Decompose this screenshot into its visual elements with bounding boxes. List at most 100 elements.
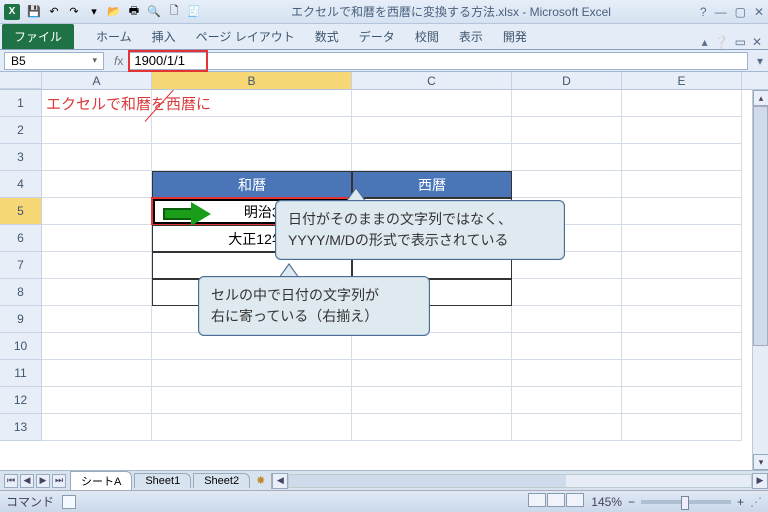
name-box-value: B5	[11, 54, 26, 68]
callout2-line1: セルの中で日付の文字列が	[211, 287, 379, 303]
redo-icon[interactable]: ↷	[66, 4, 82, 20]
excel-app-icon: X	[4, 4, 20, 20]
tab-home[interactable]: ホーム	[86, 24, 142, 49]
vscroll-thumb[interactable]	[753, 106, 768, 346]
formula-value: 1900/1/1	[134, 53, 185, 68]
macro-record-icon[interactable]	[62, 495, 76, 509]
row-header-7[interactable]: 7	[0, 252, 42, 279]
tab-formulas[interactable]: 数式	[305, 24, 349, 49]
tab-insert[interactable]: 挿入	[142, 24, 186, 49]
scroll-up-icon[interactable]: ▴	[753, 90, 768, 106]
view-page-break-icon[interactable]	[566, 493, 584, 507]
new-sheet-icon[interactable]: ✸	[256, 474, 265, 487]
print-preview-icon[interactable]: 🔍	[146, 4, 162, 20]
column-headers: A B C D E	[0, 72, 768, 90]
col-header-E[interactable]: E	[622, 72, 742, 89]
status-resize-grip-icon[interactable]: ⋰	[750, 495, 762, 509]
name-box[interactable]: B5 ▾	[4, 52, 104, 70]
col-header-A[interactable]: A	[42, 72, 152, 89]
scroll-down-icon[interactable]: ▾	[753, 454, 768, 470]
ribbon-minimize-icon[interactable]: ▴	[702, 35, 708, 49]
sheet-tab-bar: ⏮ ◀ ▶ ⏭ シートA Sheet1 Sheet2 ✸ ◀ ▶	[0, 470, 768, 490]
row-header-9[interactable]: 9	[0, 306, 42, 333]
cell-B4[interactable]: 和暦	[152, 171, 352, 198]
window-title: エクセルで和暦を西暦に変換する方法.xlsx - Microsoft Excel	[202, 3, 700, 20]
file-tab[interactable]: ファイル	[2, 24, 74, 49]
zoom-level[interactable]: 145%	[591, 495, 622, 509]
status-mode: コマンド	[6, 493, 54, 510]
horizontal-scrollbar[interactable]	[288, 474, 752, 488]
view-page-layout-icon[interactable]	[547, 493, 565, 507]
cell-A1[interactable]: エクセルで和暦を西暦に	[42, 90, 152, 117]
view-normal-icon[interactable]	[528, 493, 546, 507]
save-icon[interactable]: 💾	[26, 4, 42, 20]
cell-A2[interactable]	[42, 117, 152, 144]
cell-B1[interactable]	[152, 90, 352, 117]
row-header-2[interactable]: 2	[0, 117, 42, 144]
hscroll-right-icon[interactable]: ▶	[752, 473, 768, 489]
window-controls: ? — ▢ ✕	[700, 5, 764, 19]
qat-sep: ▾	[86, 4, 102, 20]
tab-data[interactable]: データ	[349, 24, 405, 49]
row-header-5[interactable]: 5	[0, 198, 42, 225]
minimize-icon[interactable]: —	[715, 5, 727, 19]
col-header-C[interactable]: C	[352, 72, 512, 89]
formula-bar: B5 ▾ fx 1900/1/1 ▾	[0, 50, 768, 72]
sheet-nav-first-icon[interactable]: ⏮	[4, 474, 18, 488]
quick-access-toolbar: 💾 ↶ ↷ ▾ 📂 🖶 🔍 🗋 🧾	[26, 4, 202, 20]
formula-expand-icon[interactable]: ▾	[752, 54, 768, 68]
doc-restore-icon[interactable]: ▭	[735, 35, 746, 49]
formula-input[interactable]: 1900/1/1	[129, 52, 748, 70]
name-box-dropdown-icon[interactable]: ▾	[92, 55, 97, 66]
help-icon[interactable]: ?	[700, 5, 707, 19]
sheet-nav-last-icon[interactable]: ⏭	[52, 474, 66, 488]
row-header-8[interactable]: 8	[0, 279, 42, 306]
row-header-6[interactable]: 6	[0, 225, 42, 252]
cell-C4[interactable]: 西暦	[352, 171, 512, 198]
select-all-corner[interactable]	[0, 72, 42, 89]
sheet-tab-0[interactable]: シートA	[70, 471, 132, 490]
row-header-13[interactable]: 13	[0, 414, 42, 441]
zoom-out-icon[interactable]: −	[628, 495, 635, 509]
row-header-4[interactable]: 4	[0, 171, 42, 198]
fx-icon[interactable]: fx	[114, 54, 123, 68]
vertical-scrollbar[interactable]: ▴ ▾	[752, 90, 768, 470]
hscroll-thumb[interactable]	[289, 475, 566, 487]
row-header-11[interactable]: 11	[0, 360, 42, 387]
zoom-slider[interactable]	[641, 500, 731, 504]
quickprint-icon[interactable]: 🖶	[126, 4, 142, 20]
sheet-tab-2[interactable]: Sheet2	[193, 473, 250, 488]
ribbon-help-icon[interactable]: ❔	[714, 35, 729, 49]
row-header-10[interactable]: 10	[0, 333, 42, 360]
tab-review[interactable]: 校閲	[405, 24, 449, 49]
tab-view[interactable]: 表示	[449, 24, 493, 49]
chart-icon[interactable]: 🧾	[186, 4, 202, 20]
doc-close-icon[interactable]: ✕	[752, 35, 762, 49]
cell-C1[interactable]	[352, 90, 512, 117]
callout-tail-icon	[279, 263, 299, 277]
annotation-arrow-icon	[163, 203, 213, 225]
row-header-3[interactable]: 3	[0, 144, 42, 171]
col-header-B[interactable]: B	[152, 72, 352, 89]
tab-developer[interactable]: 開発	[493, 24, 537, 49]
worksheet-grid[interactable]: 1 エクセルで和暦を西暦に 2 3 4 和暦 西暦 5 明治3	[0, 90, 768, 470]
hscroll-left-icon[interactable]: ◀	[272, 473, 288, 489]
sheet-tab-1[interactable]: Sheet1	[134, 473, 191, 488]
sheet-nav-next-icon[interactable]: ▶	[36, 474, 50, 488]
row-header-12[interactable]: 12	[0, 387, 42, 414]
maximize-icon[interactable]: ▢	[735, 5, 746, 19]
close-icon[interactable]: ✕	[754, 5, 764, 19]
row-header-1[interactable]: 1	[0, 90, 42, 117]
cell-E1[interactable]	[622, 90, 742, 117]
annotation-callout-formula: 日付がそのままの文字列ではなく、 YYYY/M/Dの形式で表示されている	[275, 200, 565, 260]
open-icon[interactable]: 📂	[106, 4, 122, 20]
undo-icon[interactable]: ↶	[46, 4, 62, 20]
new-icon[interactable]: 🗋	[166, 4, 182, 20]
cell-D1[interactable]	[512, 90, 622, 117]
zoom-in-icon[interactable]: +	[737, 495, 744, 509]
sheet-nav-prev-icon[interactable]: ◀	[20, 474, 34, 488]
ribbon-tabs: ファイル ホーム 挿入 ページ レイアウト 数式 データ 校閲 表示 開発 ▴ …	[0, 24, 768, 50]
callout2-line2: 右に寄っている（右揃え）	[211, 308, 378, 324]
col-header-D[interactable]: D	[512, 72, 622, 89]
tab-page-layout[interactable]: ページ レイアウト	[186, 24, 305, 49]
